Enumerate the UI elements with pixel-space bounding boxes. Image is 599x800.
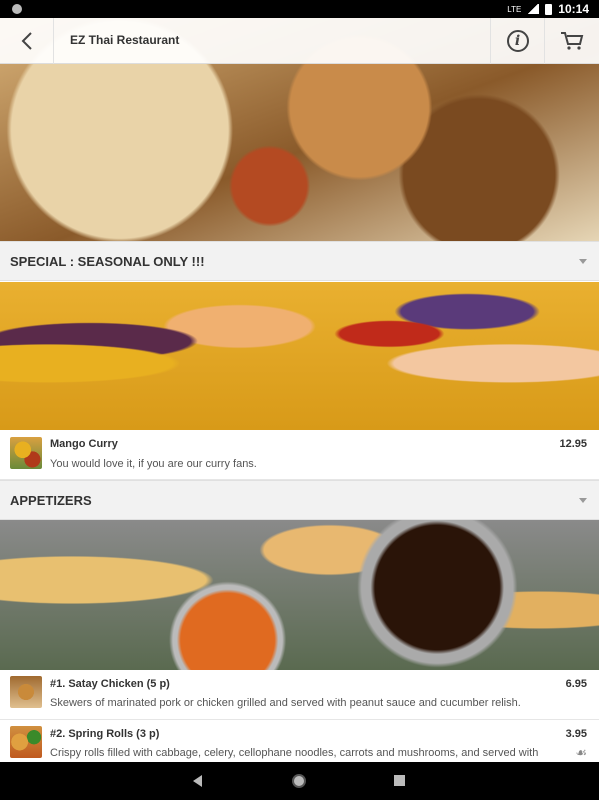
chevron-down-icon [579, 498, 587, 503]
item-description: Crispy rolls filled with cabbage, celery… [50, 747, 539, 759]
menu-item-satay-chicken[interactable]: #1. Satay Chicken (5 p) Skewers of marin… [0, 670, 599, 720]
item-price: 12.95 [559, 438, 587, 450]
cart-icon [561, 32, 584, 50]
item-thumbnail [10, 676, 42, 708]
cart-button[interactable] [544, 18, 599, 64]
section-header-appetizers[interactable]: APPETIZERS [0, 480, 599, 520]
nav-recents-icon[interactable] [394, 775, 405, 786]
chevron-left-icon [21, 32, 32, 50]
menu-item-spring-rolls[interactable]: #2. Spring Rolls (3 p) Crispy rolls fill… [0, 720, 599, 762]
info-button[interactable]: i [490, 18, 544, 64]
chevron-down-icon [579, 259, 587, 264]
page-title: EZ Thai Restaurant [70, 33, 180, 47]
battery-icon [545, 3, 553, 15]
section-title: APPETIZERS [10, 493, 92, 508]
section-image-special [0, 282, 599, 430]
section-title: SPECIAL : SEASONAL ONLY !!! [10, 254, 205, 269]
item-name: #1. Satay Chicken (5 p) [50, 678, 170, 690]
item-price: 3.95 [565, 728, 587, 740]
app-bar: EZ Thai Restaurant i [0, 18, 599, 64]
clock: 10:14 [558, 2, 589, 16]
network-type: LTE [507, 4, 522, 14]
item-description: You would love it, if you are our curry … [50, 458, 257, 470]
section-image-appetizers [0, 520, 599, 670]
item-thumbnail [10, 726, 42, 758]
item-name: Mango Curry [50, 438, 118, 450]
section-header-special[interactable]: SPECIAL : SEASONAL ONLY !!! [0, 241, 599, 281]
notification-icon [12, 4, 22, 14]
menu-item-mango-curry[interactable]: Mango Curry You would love it, if you ar… [0, 430, 599, 480]
nav-home-icon[interactable] [292, 774, 306, 788]
item-name: #2. Spring Rolls (3 p) [50, 728, 160, 740]
item-thumbnail [10, 437, 42, 469]
back-button[interactable] [0, 18, 54, 64]
info-icon: i [506, 30, 529, 52]
signal-icon [527, 4, 540, 14]
system-nav-bar [0, 762, 599, 800]
nav-back-icon[interactable] [193, 775, 202, 787]
status-bar: LTE 10:14 [0, 0, 599, 18]
item-description: Skewers of marinated pork or chicken gri… [50, 697, 521, 709]
vegetarian-leaf-icon: ☙ [575, 745, 587, 760]
item-price: 6.95 [565, 678, 587, 690]
